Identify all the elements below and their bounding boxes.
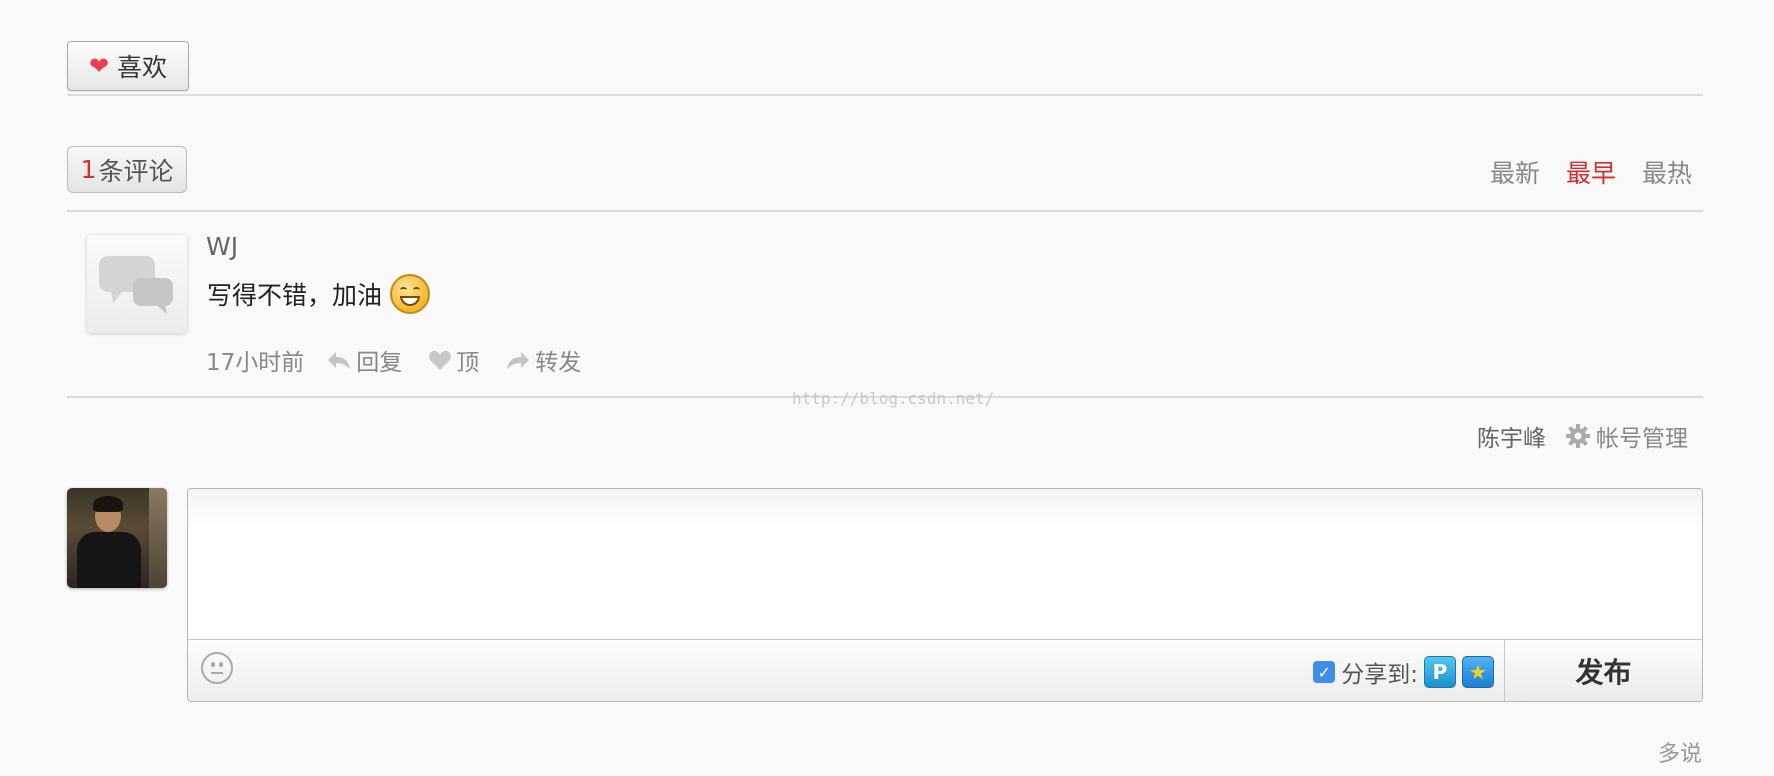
share-options: ✓ 分享到: P ★ [1313,655,1494,689]
share-label: 分享到: [1341,662,1418,688]
reply-label: 回复 [356,350,403,376]
watermark: http://blog.csdn.net/ [792,389,995,408]
comment-text: 写得不错，加油 [207,281,383,310]
share-qzone-icon[interactable]: ★ [1462,656,1494,688]
upvote-button[interactable]: 顶 [428,343,479,377]
reply-arrow-icon [328,352,351,369]
sort-newest[interactable]: 最新 [1490,154,1540,190]
share-service-p-icon[interactable]: P [1424,656,1456,688]
sort-hottest[interactable]: 最热 [1642,154,1692,190]
gear-icon [1566,424,1590,448]
like-button[interactable]: ❤ 喜欢 [67,41,189,91]
reply-button[interactable]: 回复 [326,343,402,377]
forward-label: 转发 [535,350,582,376]
publish-button[interactable]: 发布 [1504,640,1702,701]
comment-author[interactable]: WJ [206,232,238,261]
current-user-name[interactable]: 陈宇峰 [1477,419,1546,453]
comment-body: 写得不错，加油 [207,274,431,314]
comment-meta: 17小时前 回复 顶 转发 [206,343,607,377]
duoshuo-link[interactable]: 多说 [1658,736,1702,768]
heart-outline-icon [429,350,452,370]
sort-earliest[interactable]: 最早 [1566,154,1616,190]
account-settings-link[interactable]: 帐号管理 [1566,419,1688,453]
speech-bubbles-icon [99,256,173,314]
comment-input[interactable] [188,489,1702,639]
comment-count: 1 [80,155,97,184]
editor-toolbar: ✓ 分享到: P ★ 发布 [188,639,1702,701]
forward-arrow-icon [507,352,530,369]
comment-editor: ✓ 分享到: P ★ 发布 [187,488,1703,702]
heart-icon: ❤ [88,52,110,80]
divider [67,94,1703,96]
upvote-label: 顶 [456,350,480,376]
comment-count-badge: 1 条评论 [67,146,187,193]
share-checkbox[interactable]: ✓ [1313,661,1336,683]
comment-count-label: 条评论 [98,156,174,186]
grin-emoji-icon [390,274,431,314]
account-settings-label: 帐号管理 [1596,426,1688,452]
emoji-picker-icon[interactable] [201,652,233,684]
sort-options: 最新 最早 最热 [1490,154,1692,190]
forward-button[interactable]: 转发 [505,343,581,377]
comment-avatar[interactable] [87,235,187,333]
comment-time: 17小时前 [206,350,305,376]
user-bar: 陈宇峰 帐号管理 [1477,419,1688,453]
user-avatar[interactable] [67,488,167,588]
like-label: 喜欢 [117,53,168,82]
divider [67,210,1703,212]
